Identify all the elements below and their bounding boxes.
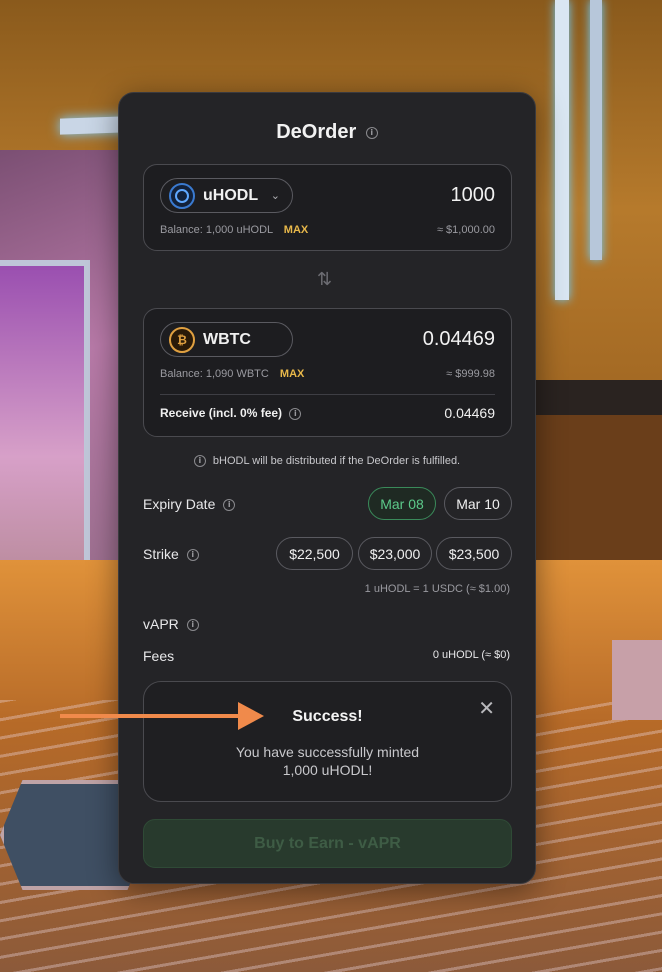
- vapr-label: vAPR i: [143, 616, 199, 632]
- strike-label: Strike i: [143, 546, 199, 562]
- uhodl-token-icon: [169, 182, 195, 209]
- buy-to-earn-button[interactable]: Buy to Earn - vAPR: [143, 819, 512, 868]
- annotation-arrow-head: [238, 702, 264, 730]
- background-doorway: [0, 260, 90, 590]
- from-token-symbol: uHODL: [203, 186, 259, 204]
- to-amount-value: 0.04469: [422, 328, 495, 350]
- deorder-card: DeOrder i uHODL ⌄ 1000 Balance: 1,000 uH…: [118, 92, 536, 884]
- page-title: DeOrder: [276, 121, 357, 143]
- from-token-box: uHODL ⌄ 1000 Balance: 1,000 uHODL MAX ≈ …: [143, 164, 512, 251]
- to-token-selector[interactable]: ₿ WBTC: [160, 322, 293, 357]
- expiry-option-mar08[interactable]: Mar 08: [368, 487, 436, 520]
- info-icon: i: [193, 455, 206, 468]
- info-icon[interactable]: i: [186, 549, 199, 562]
- swap-arrows-icon[interactable]: ⇅: [317, 269, 332, 290]
- expiry-label-text: Expiry Date: [143, 496, 216, 512]
- from-balance: Balance: 1,000 uHODL MAX: [160, 224, 308, 236]
- background-block: [612, 640, 662, 720]
- to-token-symbol: WBTC: [203, 330, 251, 348]
- background-neon-pillar: [590, 0, 602, 260]
- annotation-arrow: [60, 714, 240, 718]
- strike-option-23500[interactable]: $23,500: [436, 537, 512, 570]
- card-title-row: DeOrder i: [119, 121, 535, 144]
- toast-message-line: 1,000 uHODL!: [282, 762, 373, 778]
- expiry-label: Expiry Date i: [143, 496, 236, 512]
- strike-option-22500[interactable]: $22,500: [276, 537, 353, 570]
- exchange-rate: 1 uHODL = 1 USDC (≈ $1.00): [364, 583, 510, 595]
- info-icon[interactable]: i: [223, 499, 236, 512]
- success-toast: Success! You have successfully minted 1,…: [143, 681, 512, 802]
- notice-text: bHODL will be distributed if the DeOrder…: [212, 455, 461, 467]
- receive-value: 0.04469: [444, 405, 495, 421]
- to-balance: Balance: 1,090 WBTC MAX: [160, 368, 304, 380]
- fees-value: 0 uHODL (≈ $0): [432, 649, 510, 661]
- chevron-down-icon: ⌄: [270, 190, 280, 202]
- background-neon-pillar: [555, 0, 569, 300]
- expiry-option-mar10[interactable]: Mar 10: [444, 487, 512, 520]
- to-token-box: ₿ WBTC 0.04469 Balance: 1,090 WBTC MAX ≈…: [143, 308, 512, 437]
- strike-option-23000[interactable]: $23,000: [358, 537, 432, 570]
- from-max-button[interactable]: MAX: [284, 224, 308, 236]
- info-icon[interactable]: i: [289, 407, 302, 420]
- to-max-button[interactable]: MAX: [280, 368, 304, 380]
- from-usd-value: ≈ $1,000.00: [436, 224, 495, 236]
- fees-label: Fees: [143, 648, 175, 664]
- vapr-label-text: vAPR: [143, 616, 179, 632]
- receive-label: Receive (incl. 0% fee) i: [160, 406, 302, 420]
- info-icon[interactable]: i: [365, 126, 378, 139]
- strike-label-text: Strike: [143, 546, 179, 562]
- bitcoin-token-icon: ₿: [169, 326, 195, 353]
- distribution-notice: i bHODL will be distributed if the DeOrd…: [119, 455, 535, 468]
- toast-message-line: You have successfully minted: [235, 744, 420, 760]
- from-balance-text: Balance: 1,000 uHODL: [160, 224, 273, 236]
- divider: [160, 394, 495, 395]
- receive-label-text: Receive (incl. 0% fee): [160, 406, 283, 420]
- close-icon[interactable]: ✕: [478, 696, 495, 720]
- from-amount-input[interactable]: 1000: [451, 184, 496, 207]
- to-usd-value: ≈ $999.98: [446, 368, 495, 380]
- info-icon[interactable]: i: [186, 619, 199, 632]
- toast-message: You have successfully minted 1,000 uHODL…: [144, 743, 511, 779]
- from-token-selector[interactable]: uHODL ⌄: [160, 178, 293, 213]
- to-balance-text: Balance: 1,090 WBTC: [160, 368, 269, 380]
